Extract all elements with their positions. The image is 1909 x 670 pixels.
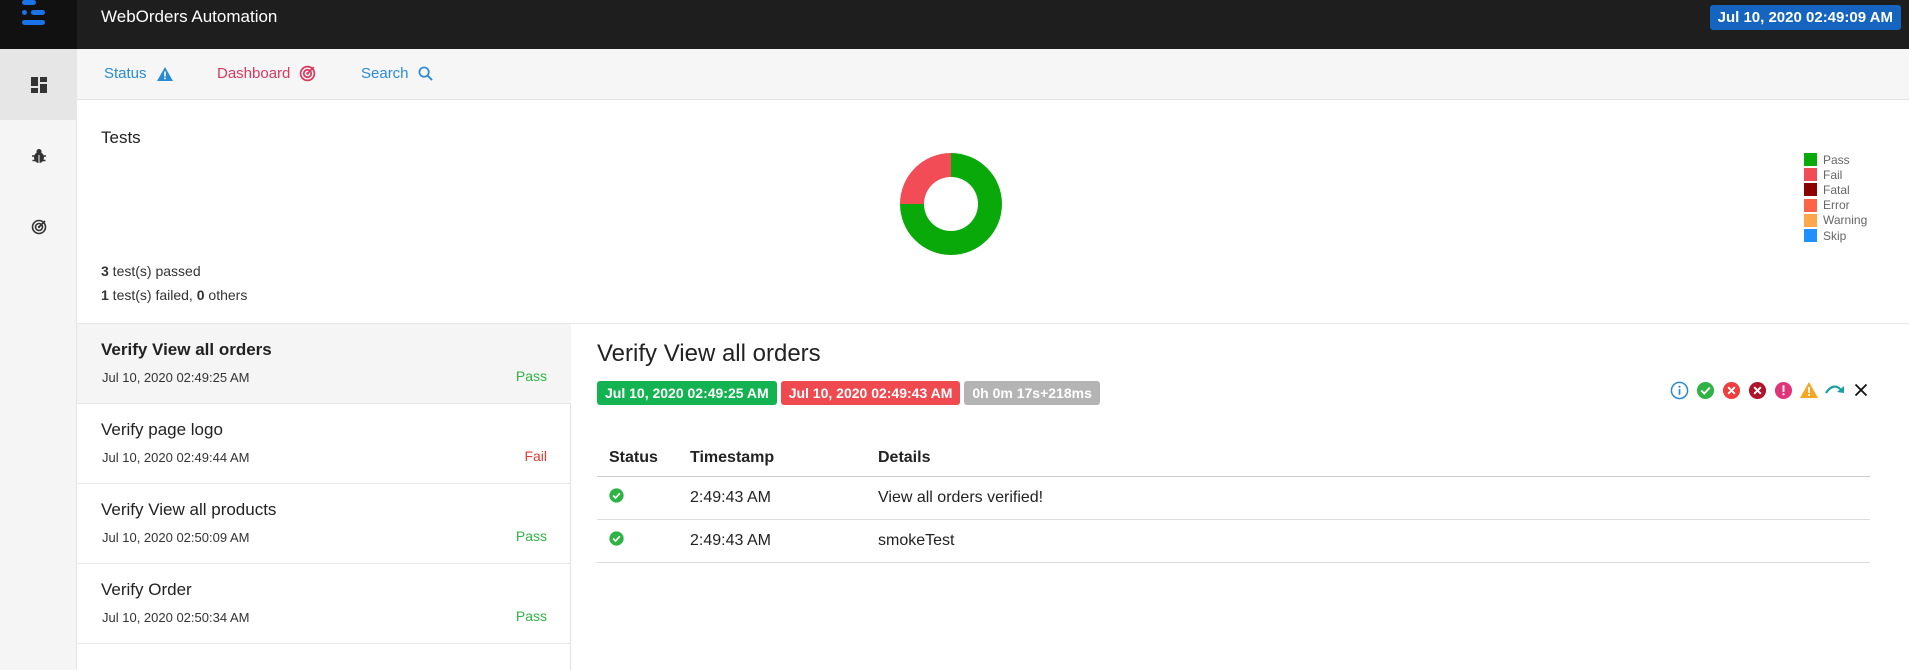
test-status: Pass	[515, 608, 547, 624]
duration-badge: 0h 0m 17s+218ms	[964, 381, 1100, 405]
test-time: Jul 10, 2020 02:50:34 AM	[102, 610, 250, 625]
legend-item-error[interactable]: Error	[1804, 198, 1867, 213]
log-status-cell	[597, 476, 678, 520]
app-logo[interactable]	[0, 0, 77, 49]
log-header-row: Status Timestamp Details	[597, 440, 1870, 477]
nav-dashboard-label: Dashboard	[217, 65, 291, 82]
log-row: 2:49:43 AM View all orders verified!	[597, 476, 1870, 520]
legend-swatch	[1804, 213, 1817, 227]
failed-text: test(s) failed,	[108, 287, 197, 303]
log-header-timestamp: Timestamp	[678, 440, 866, 477]
legend-swatch	[1804, 153, 1817, 167]
test-status: Pass	[515, 368, 547, 384]
radar-icon	[300, 65, 316, 82]
log-table: Status Timestamp Details 2:49:43 AM View…	[597, 440, 1870, 563]
test-detail-panel: Verify View all orders Jul 10, 2020 02:4…	[572, 324, 1909, 670]
tests-summary-panel: Tests 3 test(s) passed 1 test(s) failed,…	[77, 100, 1909, 324]
error-icon[interactable]	[1773, 380, 1793, 400]
test-time: Jul 10, 2020 02:50:09 AM	[102, 530, 250, 545]
fail-icon[interactable]	[1721, 380, 1741, 400]
donut-slice-fail[interactable]	[900, 153, 951, 204]
sidebar-item-exceptions[interactable]	[0, 191, 77, 262]
test-list-item[interactable]: Verify View all orders Jul 10, 2020 02:4…	[77, 324, 571, 404]
radar-icon	[31, 219, 46, 234]
legend-label: Fail	[1823, 167, 1843, 182]
legend-label: Pass	[1823, 152, 1850, 167]
sidebar	[0, 49, 77, 670]
legend-swatch	[1804, 183, 1817, 197]
warning-triangle-icon	[156, 66, 173, 81]
legend-item-fail[interactable]: Fail	[1804, 167, 1867, 182]
top-navigation: Status Dashboard Search	[77, 49, 1909, 100]
status-filter-icons	[1669, 380, 1871, 400]
nav-status[interactable]: Status	[104, 65, 174, 82]
others-count: 0	[196, 287, 205, 303]
nav-search[interactable]: Search	[361, 65, 433, 82]
passed-text: test(s) passed	[108, 263, 201, 279]
log-header-status: Status	[597, 440, 678, 477]
legend-swatch	[1804, 229, 1817, 243]
summary-passed-line: 3 test(s) passed	[101, 263, 201, 279]
test-status: Pass	[515, 528, 547, 544]
start-time-badge: Jul 10, 2020 02:49:25 AM	[597, 381, 777, 405]
nav-status-label: Status	[104, 65, 147, 82]
test-name: Verify page logo	[101, 420, 223, 439]
test-time: Jul 10, 2020 02:49:44 AM	[102, 450, 250, 465]
test-list-item[interactable]: Verify page logo Jul 10, 2020 02:49:44 A…	[77, 404, 571, 484]
test-status: Fail	[524, 448, 547, 464]
end-time-badge: Jul 10, 2020 02:49:43 AM	[780, 381, 961, 405]
log-details: View all orders verified!	[866, 476, 1870, 520]
legend-item-pass[interactable]: Pass	[1804, 152, 1867, 167]
test-name: Verify View all products	[101, 500, 277, 519]
legend-swatch	[1804, 168, 1817, 182]
pass-check-icon	[609, 530, 624, 546]
bug-icon	[31, 148, 46, 163]
test-name: Verify Order	[101, 580, 192, 599]
detail-title: Verify View all orders	[597, 340, 821, 367]
test-list-item[interactable]: Verify View all products Jul 10, 2020 02…	[77, 484, 571, 564]
fatal-icon[interactable]	[1747, 380, 1767, 400]
summary-title: Tests	[101, 128, 141, 147]
top-bar: WebOrders Automation Jul 10, 2020 02:49:…	[0, 0, 1909, 49]
test-list-item[interactable]: Verify Order Jul 10, 2020 02:50:34 AM Pa…	[77, 564, 571, 644]
legend-label: Warning	[1823, 213, 1868, 228]
legend-label: Fatal	[1823, 182, 1850, 197]
clear-filter-icon[interactable]	[1851, 380, 1871, 400]
dashboard-grid-icon	[30, 76, 47, 93]
log-header-details: Details	[866, 440, 1870, 477]
search-icon	[418, 66, 433, 81]
nav-dashboard[interactable]: Dashboard	[217, 65, 316, 82]
legend-label: Skip	[1823, 228, 1847, 243]
detail-badges: Jul 10, 2020 02:49:25 AM Jul 10, 2020 02…	[597, 381, 1100, 405]
log-row: 2:49:43 AM smokeTest	[597, 519, 1870, 563]
pass-icon[interactable]	[1695, 380, 1715, 400]
failed-count: 1	[101, 287, 109, 303]
info-icon[interactable]	[1669, 380, 1689, 400]
summary-failed-line: 1 test(s) failed, 0 others	[101, 287, 247, 303]
legend-item-warning[interactable]: Warning	[1804, 213, 1867, 228]
warning-icon[interactable]	[1799, 380, 1819, 400]
tests-donut-chart	[900, 153, 1002, 255]
legend-item-fatal[interactable]: Fatal	[1804, 182, 1867, 197]
pass-check-icon	[609, 487, 624, 503]
legend-swatch	[1804, 198, 1817, 212]
log-details: smokeTest	[866, 519, 1870, 563]
test-time: Jul 10, 2020 02:49:25 AM	[102, 370, 250, 385]
passed-count: 3	[101, 263, 109, 279]
legend-item-skip[interactable]: Skip	[1804, 228, 1867, 243]
test-list: Verify View all orders Jul 10, 2020 02:4…	[77, 324, 571, 670]
sidebar-item-dashboard[interactable]	[0, 49, 77, 120]
chart-legend: Pass Fail Fatal Error Warning Skip	[1804, 152, 1867, 243]
nav-search-label: Search	[361, 65, 409, 82]
skip-icon[interactable]	[1825, 380, 1845, 400]
test-name: Verify View all orders	[101, 340, 272, 359]
report-datetime-badge: Jul 10, 2020 02:49:09 AM	[1709, 5, 1901, 30]
log-status-cell	[597, 519, 678, 563]
app-title: WebOrders Automation	[101, 7, 278, 26]
others-text: others	[204, 287, 248, 303]
legend-label: Error	[1823, 198, 1850, 213]
log-timestamp: 2:49:43 AM	[678, 519, 866, 563]
sidebar-item-tests[interactable]	[0, 120, 77, 191]
log-timestamp: 2:49:43 AM	[678, 476, 866, 520]
